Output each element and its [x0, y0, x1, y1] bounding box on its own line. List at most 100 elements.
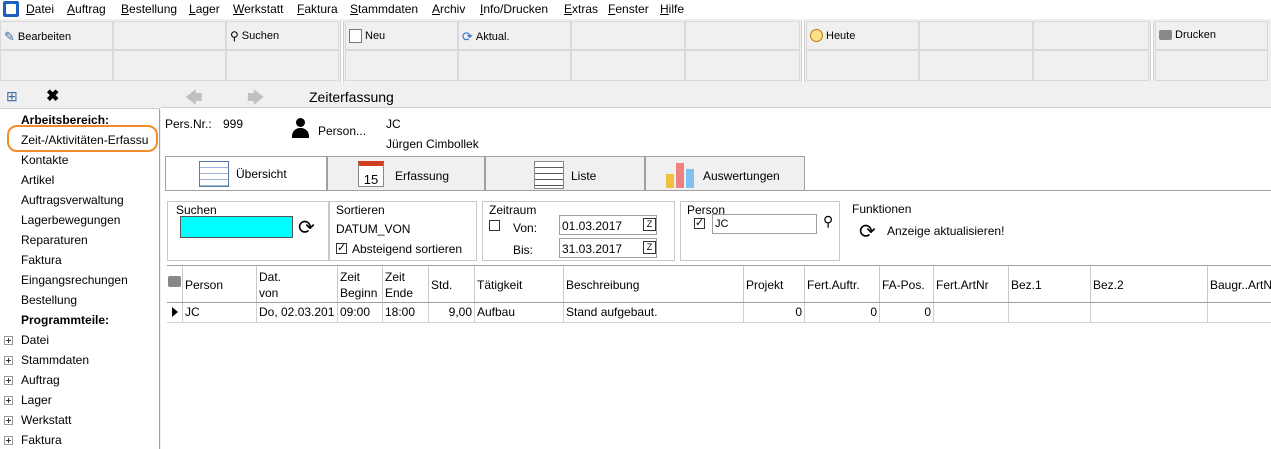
expand-icon[interactable]	[4, 376, 13, 385]
expand-icon[interactable]	[4, 356, 13, 365]
to-date-field[interactable]: 31.03.2017 Z	[559, 238, 657, 258]
nav-item-auftragsverwaltung[interactable]: Auftragsverwaltung	[21, 193, 124, 207]
bar-chart-icon	[666, 161, 698, 188]
forward-arrow-icon[interactable]: 🡆	[247, 85, 265, 114]
cell-person[interactable]: JC	[183, 303, 257, 322]
app-icon[interactable]	[3, 1, 19, 17]
cell-project[interactable]: 0	[744, 303, 805, 322]
cell-hours[interactable]: 9,00	[429, 303, 475, 322]
col-hours[interactable]: Std.	[429, 266, 475, 302]
col-person[interactable]: Person	[183, 266, 257, 302]
search-button[interactable]: ⚲ Suchen	[226, 21, 339, 50]
menu-archiv[interactable]: Archiv	[432, 2, 465, 16]
col-order-pos[interactable]: FA-Pos.	[880, 266, 934, 302]
menu-extras[interactable]: Extras	[564, 2, 598, 16]
nav-item-bestellung[interactable]: Bestellung	[21, 293, 77, 307]
toolbar-empty-16	[1155, 50, 1268, 81]
nav-item-zeiterfassung[interactable]: Zeit-/Aktivitäten-Erfassu	[21, 133, 148, 147]
cell-baugr[interactable]	[1208, 303, 1271, 322]
refresh-display-button[interactable]: Anzeige aktualisieren!	[887, 224, 1004, 238]
nav-program-auftrag[interactable]: Auftrag	[21, 373, 60, 387]
edit-button[interactable]: ✎ Bearbeiten	[0, 21, 113, 50]
sort-field[interactable]: DATUM_VON	[336, 222, 410, 236]
nav-program-werkstatt[interactable]: Werkstatt	[21, 413, 71, 427]
cell-end[interactable]: 18:00	[383, 303, 429, 322]
tab-baseline	[165, 190, 1271, 191]
nav-item-reparaturen[interactable]: Reparaturen	[21, 233, 88, 247]
cell-order[interactable]: 0	[805, 303, 880, 322]
close-icon[interactable]: ✖	[46, 86, 59, 106]
cell-description[interactable]: Stand aufgebaut.	[564, 303, 744, 322]
menu-auftrag[interactable]: Auftrag	[67, 2, 106, 16]
cell-bez2[interactable]	[1091, 303, 1208, 322]
from-date-field[interactable]: 01.03.2017 Z	[559, 215, 657, 235]
menu-stammdaten[interactable]: Stammdaten	[350, 2, 418, 16]
col-bez2[interactable]: Bez.2	[1091, 266, 1208, 302]
menu-lager[interactable]: Lager	[189, 2, 220, 16]
refresh-icon: ⟳	[462, 29, 473, 44]
col-order[interactable]: Fert.Auftr.	[805, 266, 880, 302]
table-row[interactable]: JC Do, 02.03.201 09:00 18:00 9,00 Aufbau…	[167, 303, 1271, 323]
nav-item-kontakte[interactable]: Kontakte	[21, 153, 68, 167]
cell-artnr[interactable]	[934, 303, 1009, 322]
col-description[interactable]: Beschreibung	[564, 266, 744, 302]
refresh-display-icon[interactable]: ⟳	[859, 219, 876, 244]
new-button[interactable]: Neu	[345, 21, 458, 50]
menu-datei[interactable]: Datei	[26, 2, 54, 16]
nav-header: ⊞ ✖	[0, 84, 160, 109]
cell-date[interactable]: Do, 02.03.201	[257, 303, 338, 322]
nav-item-lagerbewegungen[interactable]: Lagerbewegungen	[21, 213, 120, 227]
expand-icon[interactable]	[4, 336, 13, 345]
col-baugr-artnr[interactable]: Baugr..ArtNr	[1208, 266, 1271, 302]
person-button[interactable]: Person...	[318, 124, 366, 138]
expand-icon[interactable]	[4, 416, 13, 425]
refresh-search-icon[interactable]: ⟳	[298, 215, 315, 240]
nav-program-stammdaten[interactable]: Stammdaten	[21, 353, 89, 367]
calendar-picker-icon[interactable]: Z	[643, 241, 656, 254]
cell-bez1[interactable]	[1009, 303, 1091, 322]
nav-item-eingangsrechungen[interactable]: Eingangsrechungen	[21, 273, 128, 287]
tab-erfassung[interactable]: 15 Erfassung	[327, 156, 485, 191]
period-checkbox[interactable]	[489, 220, 500, 231]
search-input[interactable]	[180, 216, 293, 238]
col-date-from[interactable]: Dat. von	[257, 266, 338, 302]
nav-program-faktura[interactable]: Faktura	[21, 433, 62, 447]
print-button[interactable]: Drucken	[1155, 21, 1268, 50]
cell-pos[interactable]: 0	[880, 303, 934, 322]
menu-info-drucken[interactable]: Info/Drucken	[480, 2, 548, 16]
menu-hilfe[interactable]: Hilfe	[660, 2, 684, 16]
col-artnr[interactable]: Fert.ArtNr	[934, 266, 1009, 302]
menu-bestellung[interactable]: Bestellung	[121, 2, 177, 16]
cell-activity[interactable]: Aufbau	[475, 303, 564, 322]
person-filter-field[interactable]: JC	[712, 214, 817, 234]
tab-auswertungen[interactable]: Auswertungen	[645, 156, 805, 191]
cell-start[interactable]: 09:00	[338, 303, 383, 322]
nav-program-datei[interactable]: Datei	[21, 333, 49, 347]
refresh-button[interactable]: ⟳ Aktual.	[458, 21, 571, 50]
sort-descending-checkbox[interactable]	[336, 241, 347, 254]
nav-program-lager[interactable]: Lager	[21, 393, 52, 407]
row-selector[interactable]	[167, 303, 183, 322]
menu-fenster[interactable]: Fenster	[608, 2, 649, 16]
person-icon[interactable]	[291, 118, 309, 140]
grid-print-cell[interactable]	[167, 266, 183, 302]
grid-view-icon[interactable]: ⊞	[6, 88, 18, 105]
back-arrow-icon[interactable]: 🡄	[185, 85, 203, 114]
today-button[interactable]: Heute	[806, 21, 919, 50]
calendar-picker-icon[interactable]: Z	[643, 218, 656, 231]
col-project[interactable]: Projekt	[744, 266, 805, 302]
expand-icon[interactable]	[4, 436, 13, 445]
expand-icon[interactable]	[4, 396, 13, 405]
tab-uebersicht[interactable]: Übersicht	[165, 156, 327, 191]
menu-werkstatt[interactable]: Werkstatt	[233, 2, 283, 16]
col-bez1[interactable]: Bez.1	[1009, 266, 1091, 302]
person-search-icon[interactable]: ⚲	[823, 213, 833, 230]
nav-item-faktura[interactable]: Faktura	[21, 253, 62, 267]
col-time-start[interactable]: Zeit Beginn	[338, 266, 383, 302]
col-activity[interactable]: Tätigkeit	[475, 266, 564, 302]
nav-item-artikel[interactable]: Artikel	[21, 173, 54, 187]
menu-faktura[interactable]: Faktura	[297, 2, 338, 16]
person-filter-checkbox[interactable]	[694, 216, 705, 229]
col-time-end[interactable]: Zeit Ende	[383, 266, 429, 302]
tab-liste[interactable]: Liste	[485, 156, 645, 191]
